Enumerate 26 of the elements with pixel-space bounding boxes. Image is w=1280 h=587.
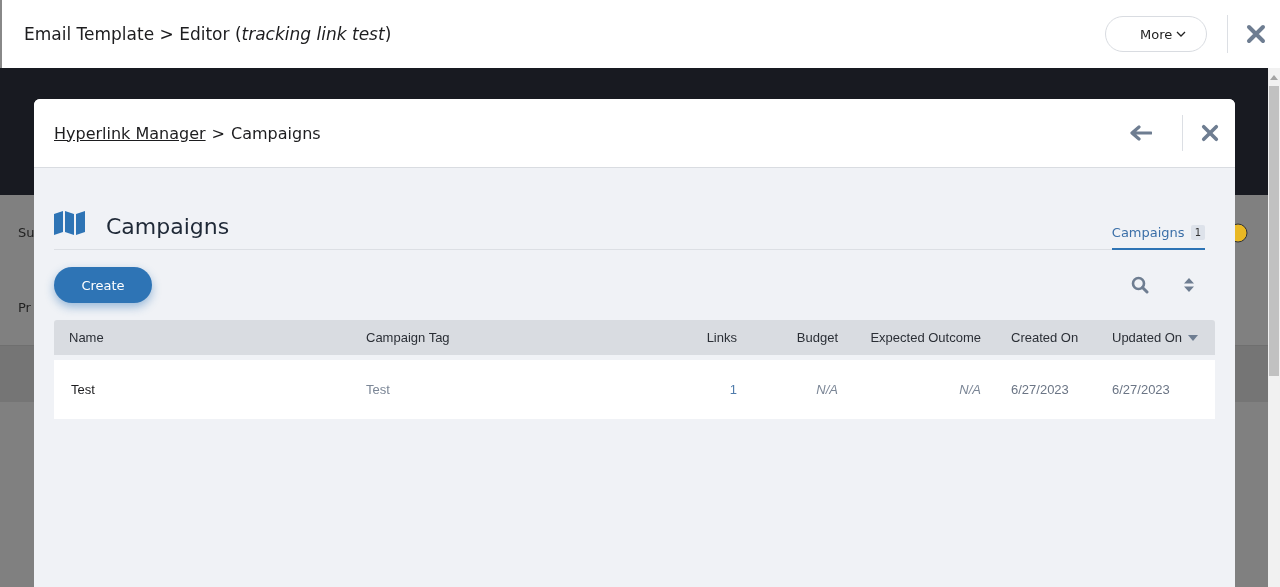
column-header[interactable]: Expected Outcome xyxy=(870,330,981,345)
breadcrumb-current: Campaigns xyxy=(231,123,321,143)
table-cell: 6/27/2023 xyxy=(1011,382,1069,397)
breadcrumb-separator: > xyxy=(211,123,225,143)
count-badge: 1 xyxy=(1190,225,1205,240)
table-cell: N/A xyxy=(959,382,981,397)
table-cell: Test xyxy=(366,382,390,397)
table-cell: 6/27/2023 xyxy=(1112,382,1170,397)
column-header[interactable]: Campaign Tag xyxy=(366,330,450,345)
column-header[interactable]: Created On xyxy=(1011,330,1079,345)
table-row[interactable]: Test Test 1 N/A N/A 6/27/2023 6/27/2023 xyxy=(54,360,1215,419)
table-cell: 1 xyxy=(729,382,737,397)
section-title: Campaigns xyxy=(106,214,231,239)
table-cell: N/A xyxy=(816,382,838,397)
window-title: Email Template > Editor (tracking link test) xyxy=(24,24,393,44)
column-header[interactable]: Links xyxy=(706,330,737,345)
column-header[interactable]: Updated On xyxy=(1112,330,1183,345)
more-button[interactable]: More xyxy=(1105,16,1207,52)
background-label: Su xyxy=(18,225,35,240)
tab[interactable]: Campaigns 1 xyxy=(1111,225,1205,250)
background-label: Pr xyxy=(18,300,31,315)
column-header[interactable]: Name xyxy=(69,330,104,345)
table-cell: Test xyxy=(71,382,95,397)
create-button[interactable]: Create xyxy=(54,267,152,303)
breadcrumb-link[interactable]: Hyperlink Manager xyxy=(54,123,206,143)
column-header[interactable]: Budget xyxy=(796,330,838,345)
